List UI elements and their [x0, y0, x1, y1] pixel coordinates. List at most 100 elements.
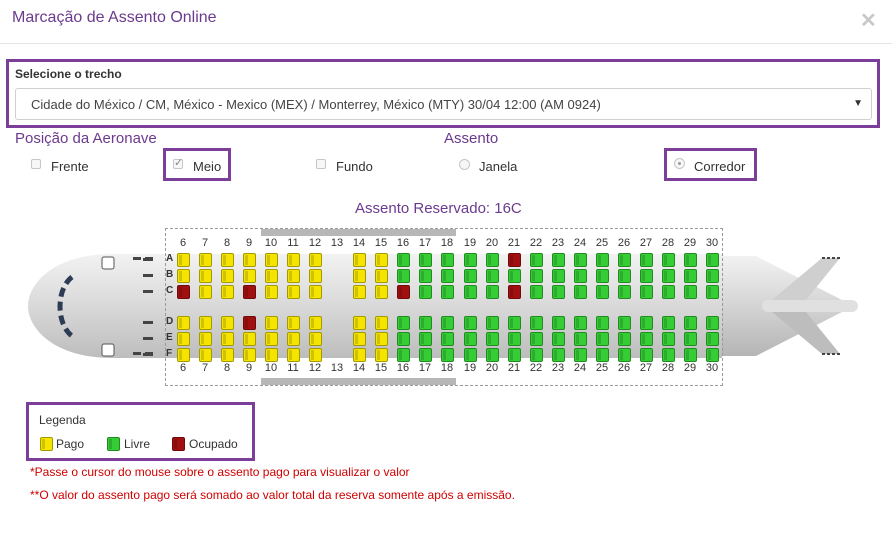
seat-10B[interactable] — [265, 269, 278, 283]
seat-7C[interactable] — [199, 285, 212, 299]
seat-12C[interactable] — [309, 285, 322, 299]
seat-30D[interactable] — [706, 316, 719, 330]
seat-11D[interactable] — [287, 316, 300, 330]
seat-15F[interactable] — [375, 348, 388, 362]
seat-18A[interactable] — [441, 253, 454, 267]
seat-17C[interactable] — [419, 285, 432, 299]
seat-15B[interactable] — [375, 269, 388, 283]
seat-25C[interactable] — [596, 285, 609, 299]
seat-6F[interactable] — [177, 348, 190, 362]
seat-28D[interactable] — [662, 316, 675, 330]
seat-24E[interactable] — [574, 332, 587, 346]
seat-8A[interactable] — [221, 253, 234, 267]
seat-7A[interactable] — [199, 253, 212, 267]
seat-27F[interactable] — [640, 348, 653, 362]
corredor-radio[interactable] — [674, 158, 685, 169]
seat-20E[interactable] — [486, 332, 499, 346]
seat-11B[interactable] — [287, 269, 300, 283]
seat-20F[interactable] — [486, 348, 499, 362]
seat-10A[interactable] — [265, 253, 278, 267]
seat-11A[interactable] — [287, 253, 300, 267]
seat-15A[interactable] — [375, 253, 388, 267]
fundo-checkbox[interactable] — [316, 159, 326, 169]
seat-6A[interactable] — [177, 253, 190, 267]
seat-6D[interactable] — [177, 316, 190, 330]
seat-30F[interactable] — [706, 348, 719, 362]
seat-29A[interactable] — [684, 253, 697, 267]
seat-7F[interactable] — [199, 348, 212, 362]
seat-8F[interactable] — [221, 348, 234, 362]
seat-26F[interactable] — [618, 348, 631, 362]
seat-23A[interactable] — [552, 253, 565, 267]
seat-26D[interactable] — [618, 316, 631, 330]
seat-24B[interactable] — [574, 269, 587, 283]
seat-11F[interactable] — [287, 348, 300, 362]
seat-7D[interactable] — [199, 316, 212, 330]
seat-22F[interactable] — [530, 348, 543, 362]
seat-10F[interactable] — [265, 348, 278, 362]
seat-16D[interactable] — [397, 316, 410, 330]
seat-19F[interactable] — [464, 348, 477, 362]
seat-27A[interactable] — [640, 253, 653, 267]
seat-17A[interactable] — [419, 253, 432, 267]
seat-24A[interactable] — [574, 253, 587, 267]
seat-15D[interactable] — [375, 316, 388, 330]
seat-30B[interactable] — [706, 269, 719, 283]
seat-14C[interactable] — [353, 285, 366, 299]
seat-29C[interactable] — [684, 285, 697, 299]
seat-7E[interactable] — [199, 332, 212, 346]
seat-30E[interactable] — [706, 332, 719, 346]
seat-19D[interactable] — [464, 316, 477, 330]
seat-19C[interactable] — [464, 285, 477, 299]
seat-30C[interactable] — [706, 285, 719, 299]
seat-24F[interactable] — [574, 348, 587, 362]
seat-20B[interactable] — [486, 269, 499, 283]
trecho-select[interactable]: Cidade do México / CM, México - Mexico (… — [15, 88, 872, 120]
seat-26C[interactable] — [618, 285, 631, 299]
seat-29D[interactable] — [684, 316, 697, 330]
seat-17B[interactable] — [419, 269, 432, 283]
seat-22D[interactable] — [530, 316, 543, 330]
seat-23F[interactable] — [552, 348, 565, 362]
seat-8D[interactable] — [221, 316, 234, 330]
seat-20D[interactable] — [486, 316, 499, 330]
meio-checkbox[interactable] — [173, 156, 183, 169]
seat-21D[interactable] — [508, 316, 521, 330]
seat-26E[interactable] — [618, 332, 631, 346]
seat-25A[interactable] — [596, 253, 609, 267]
seat-17E[interactable] — [419, 332, 432, 346]
seat-16A[interactable] — [397, 253, 410, 267]
seat-28F[interactable] — [662, 348, 675, 362]
seat-28A[interactable] — [662, 253, 675, 267]
seat-18B[interactable] — [441, 269, 454, 283]
seat-14D[interactable] — [353, 316, 366, 330]
frente-checkbox[interactable] — [31, 159, 41, 169]
seat-25E[interactable] — [596, 332, 609, 346]
seat-27B[interactable] — [640, 269, 653, 283]
seat-9B[interactable] — [243, 269, 256, 283]
seat-17D[interactable] — [419, 316, 432, 330]
seat-21B[interactable] — [508, 269, 521, 283]
seat-12A[interactable] — [309, 253, 322, 267]
seat-18F[interactable] — [441, 348, 454, 362]
seat-27E[interactable] — [640, 332, 653, 346]
seat-25D[interactable] — [596, 316, 609, 330]
seat-8E[interactable] — [221, 332, 234, 346]
seat-12D[interactable] — [309, 316, 322, 330]
seat-24C[interactable] — [574, 285, 587, 299]
seat-14E[interactable] — [353, 332, 366, 346]
seat-18D[interactable] — [441, 316, 454, 330]
seat-9F[interactable] — [243, 348, 256, 362]
seat-22E[interactable] — [530, 332, 543, 346]
seat-29F[interactable] — [684, 348, 697, 362]
seat-16F[interactable] — [397, 348, 410, 362]
seat-22B[interactable] — [530, 269, 543, 283]
seat-29B[interactable] — [684, 269, 697, 283]
janela-radio[interactable] — [459, 159, 470, 170]
seat-17F[interactable] — [419, 348, 432, 362]
seat-15E[interactable] — [375, 332, 388, 346]
seat-27C[interactable] — [640, 285, 653, 299]
seat-22A[interactable] — [530, 253, 543, 267]
seat-23B[interactable] — [552, 269, 565, 283]
seat-21E[interactable] — [508, 332, 521, 346]
